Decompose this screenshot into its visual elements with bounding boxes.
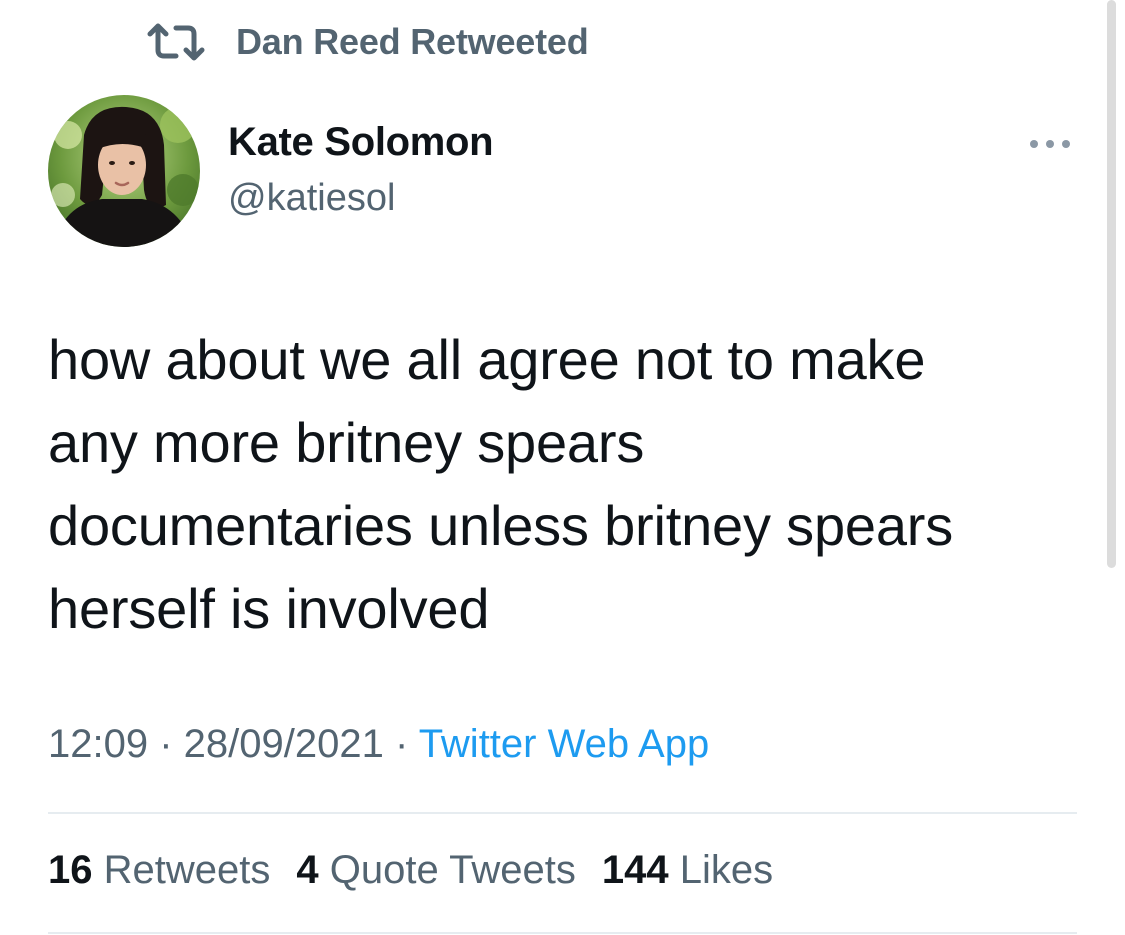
more-dots-icon — [1028, 137, 1072, 155]
more-options-button[interactable] — [1024, 130, 1076, 162]
meta-separator: · — [148, 722, 184, 766]
divider — [48, 932, 1077, 934]
meta-separator: · — [383, 722, 419, 766]
retweets-label: Retweets — [103, 848, 271, 892]
tweet-stats: 16 Retweets 4 Quote Tweets 144 Likes — [48, 848, 799, 893]
tweet-source-link[interactable]: Twitter Web App — [419, 722, 710, 766]
divider — [48, 812, 1077, 814]
avatar[interactable] — [48, 95, 200, 247]
quote-tweets-count: 4 — [296, 848, 319, 892]
retweets-stat[interactable]: 16 Retweets — [48, 848, 270, 893]
retweets-count: 16 — [48, 848, 93, 892]
author-handle[interactable]: @katiesol — [228, 177, 395, 220]
likes-count: 144 — [601, 848, 669, 892]
retweet-context[interactable]: Dan Reed Retweeted — [146, 18, 589, 66]
tweet-time[interactable]: 12:09 — [48, 722, 148, 766]
tweet-date[interactable]: 28/09/2021 — [184, 722, 384, 766]
likes-stat[interactable]: 144 Likes — [602, 848, 773, 893]
retweet-context-label: Dan Reed Retweeted — [236, 21, 589, 62]
tweet-text: how about we all agree not to make any m… — [48, 328, 954, 640]
likes-label: Likes — [679, 848, 774, 892]
scrollbar[interactable] — [1107, 0, 1116, 568]
tweet-meta: 12:09 · 28/09/2021 · Twitter Web App — [48, 722, 709, 767]
quote-tweets-label: Quote Tweets — [329, 848, 576, 892]
author-name[interactable]: Kate Solomon — [228, 120, 494, 165]
retweet-icon — [146, 22, 206, 62]
quote-tweets-stat[interactable]: 4 Quote Tweets — [296, 848, 575, 893]
